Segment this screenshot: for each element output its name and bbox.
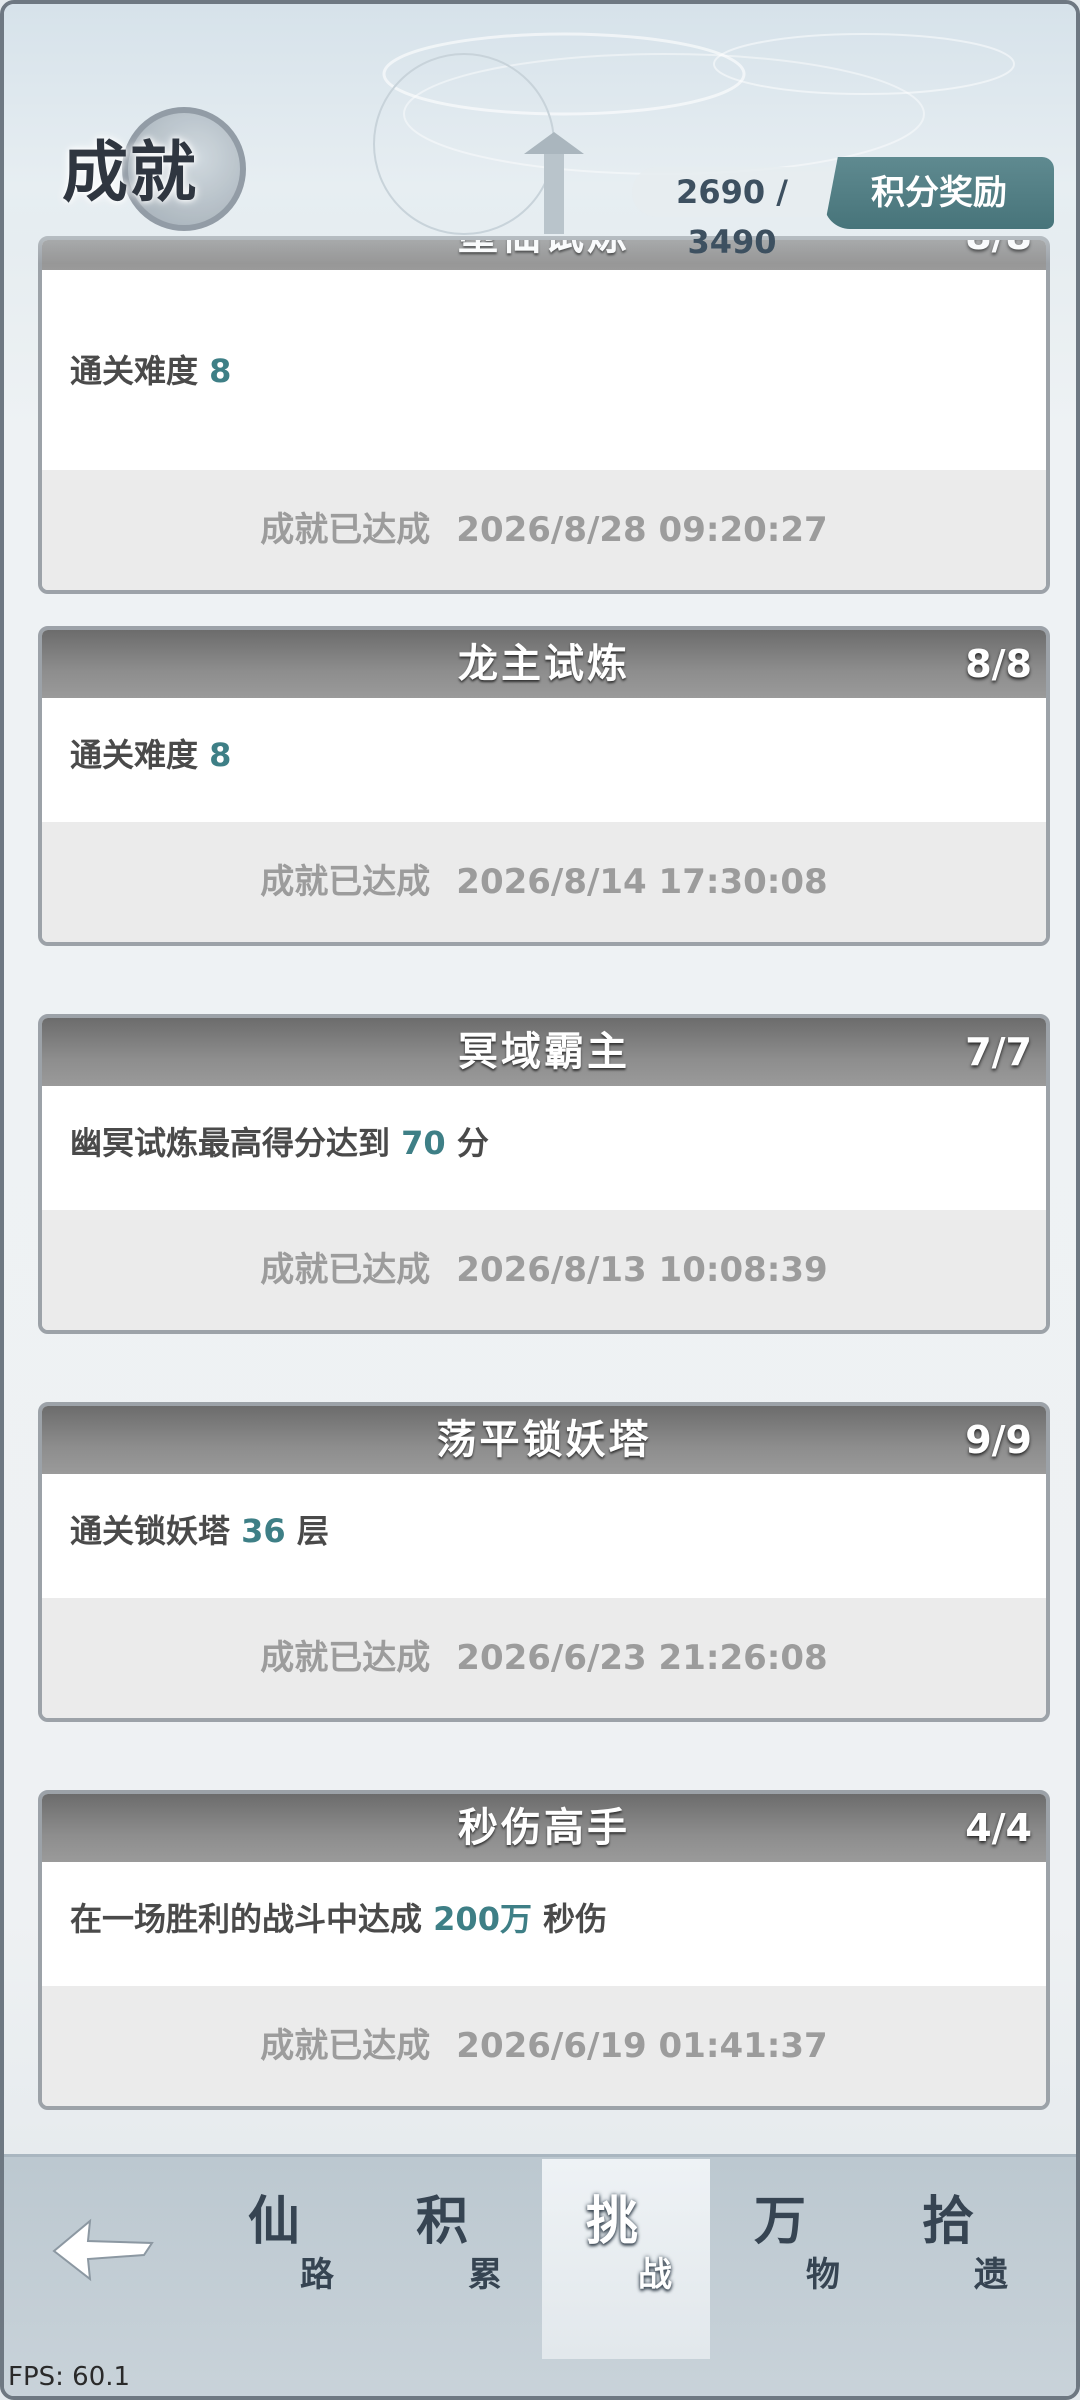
tab-jilei[interactable]: 积 累 (372, 2159, 540, 2359)
tab-subchar: 累 (468, 2255, 502, 2295)
tab-subchar: 物 (806, 2255, 840, 2295)
achievement-status: 成就已达成 2026/6/23 21:26:08 (42, 1598, 1046, 1718)
page-title-badge: 成就 (62, 99, 246, 231)
header: 成就 2690 / 3490 积分奖励 (4, 4, 1076, 264)
achievement-time: 2026/8/13 10:08:39 (456, 1250, 828, 1290)
achievement-time: 2026/8/28 09:20:27 (456, 510, 828, 550)
tab-shiyi[interactable]: 拾 遗 (878, 2159, 1046, 2359)
tab-wanwu[interactable]: 万 物 (710, 2159, 878, 2359)
achievement-status: 成就已达成 2026/8/28 09:20:27 (42, 470, 1046, 590)
points-counter: 2690 / 3490 (632, 167, 832, 261)
achievement-progress: 7/7 (965, 1030, 1032, 1074)
tab-subchar: 遗 (974, 2255, 1008, 2295)
achievement-status: 成就已达成 2026/8/13 10:08:39 (42, 1210, 1046, 1330)
achievement-time: 2026/8/14 17:30:08 (456, 862, 828, 902)
achievement-status: 成就已达成 2026/6/19 01:41:37 (42, 1986, 1046, 2106)
achievement-description: 通关难度 8 (70, 736, 232, 774)
achievement-time: 2026/6/23 21:26:08 (456, 1638, 828, 1678)
fps-counter: FPS: 60.1 (8, 2362, 131, 2392)
tab-char: 挑 (586, 2191, 639, 2252)
achievement-progress: 8/8 (965, 642, 1032, 686)
achievement-title: 龙主试炼 (458, 640, 630, 687)
achievement-description: 通关难度 8 (70, 352, 232, 390)
tab-xianlu[interactable]: 仙 路 (204, 2159, 372, 2359)
screen: 堕仙试炼 8/8 通关难度 8 成就已达成2026/8/28 09:20:27 … (0, 0, 1080, 2400)
tab-char: 拾 (922, 2191, 975, 2252)
page-title: 成就 (62, 133, 198, 211)
tab-char: 万 (754, 2191, 807, 2252)
achievement-title: 荡平锁妖塔 (436, 1416, 652, 1463)
achievement-progress: 9/9 (965, 1418, 1032, 1462)
back-button[interactable] (44, 2199, 164, 2299)
achievement-card: 荡平锁妖塔 9/9 通关锁妖塔 36 层 成就已达成 2026/6/23 21:2… (38, 1402, 1050, 1722)
tab-subchar: 路 (300, 2255, 334, 2295)
achievement-list[interactable]: 堕仙试炼 8/8 通关难度 8 成就已达成2026/8/28 09:20:27 … (38, 4, 1050, 2144)
points-reward-button[interactable]: 积分奖励 (824, 157, 1054, 229)
achievement-description: 幽冥试炼最高得分达到 70 分 (70, 1124, 489, 1162)
achievement-card: 堕仙试炼 8/8 通关难度 8 成就已达成2026/8/28 09:20:27 (38, 236, 1050, 594)
achievement-card: 冥域霸主 7/7 幽冥试炼最高得分达到 70 分 成就已达成 2026/8/13 … (38, 1014, 1050, 1334)
tab-char: 积 (416, 2191, 469, 2252)
tab-subchar: 战 (638, 2255, 672, 2295)
achievement-description: 在一场胜利的战斗中达成 200万 秒伤 (70, 1900, 608, 1938)
bottom-nav: 仙 路 积 累 挑 战 万 物 拾 遗 (4, 2154, 1076, 2396)
achievement-title: 冥域霸主 (458, 1028, 630, 1075)
achievement-card: 秒伤高手 4/4 在一场胜利的战斗中达成 200万 秒伤 成就已达成 2026/6… (38, 1790, 1050, 2110)
back-arrow-icon (52, 2218, 154, 2282)
achievement-status: 成就已达成 2026/8/14 17:30:08 (42, 822, 1046, 942)
achievement-title: 秒伤高手 (458, 1804, 630, 1851)
tab-tiaozhan[interactable]: 挑 战 (542, 2159, 710, 2359)
achievement-card: 龙主试炼 8/8 通关难度 8 成就已达成 2026/8/14 17:30:08 (38, 626, 1050, 946)
achievement-description: 通关锁妖塔 36 层 (70, 1512, 329, 1550)
tab-char: 仙 (248, 2191, 301, 2252)
achievement-progress: 4/4 (965, 1806, 1032, 1850)
achievement-time: 2026/6/19 01:41:37 (456, 2026, 828, 2066)
